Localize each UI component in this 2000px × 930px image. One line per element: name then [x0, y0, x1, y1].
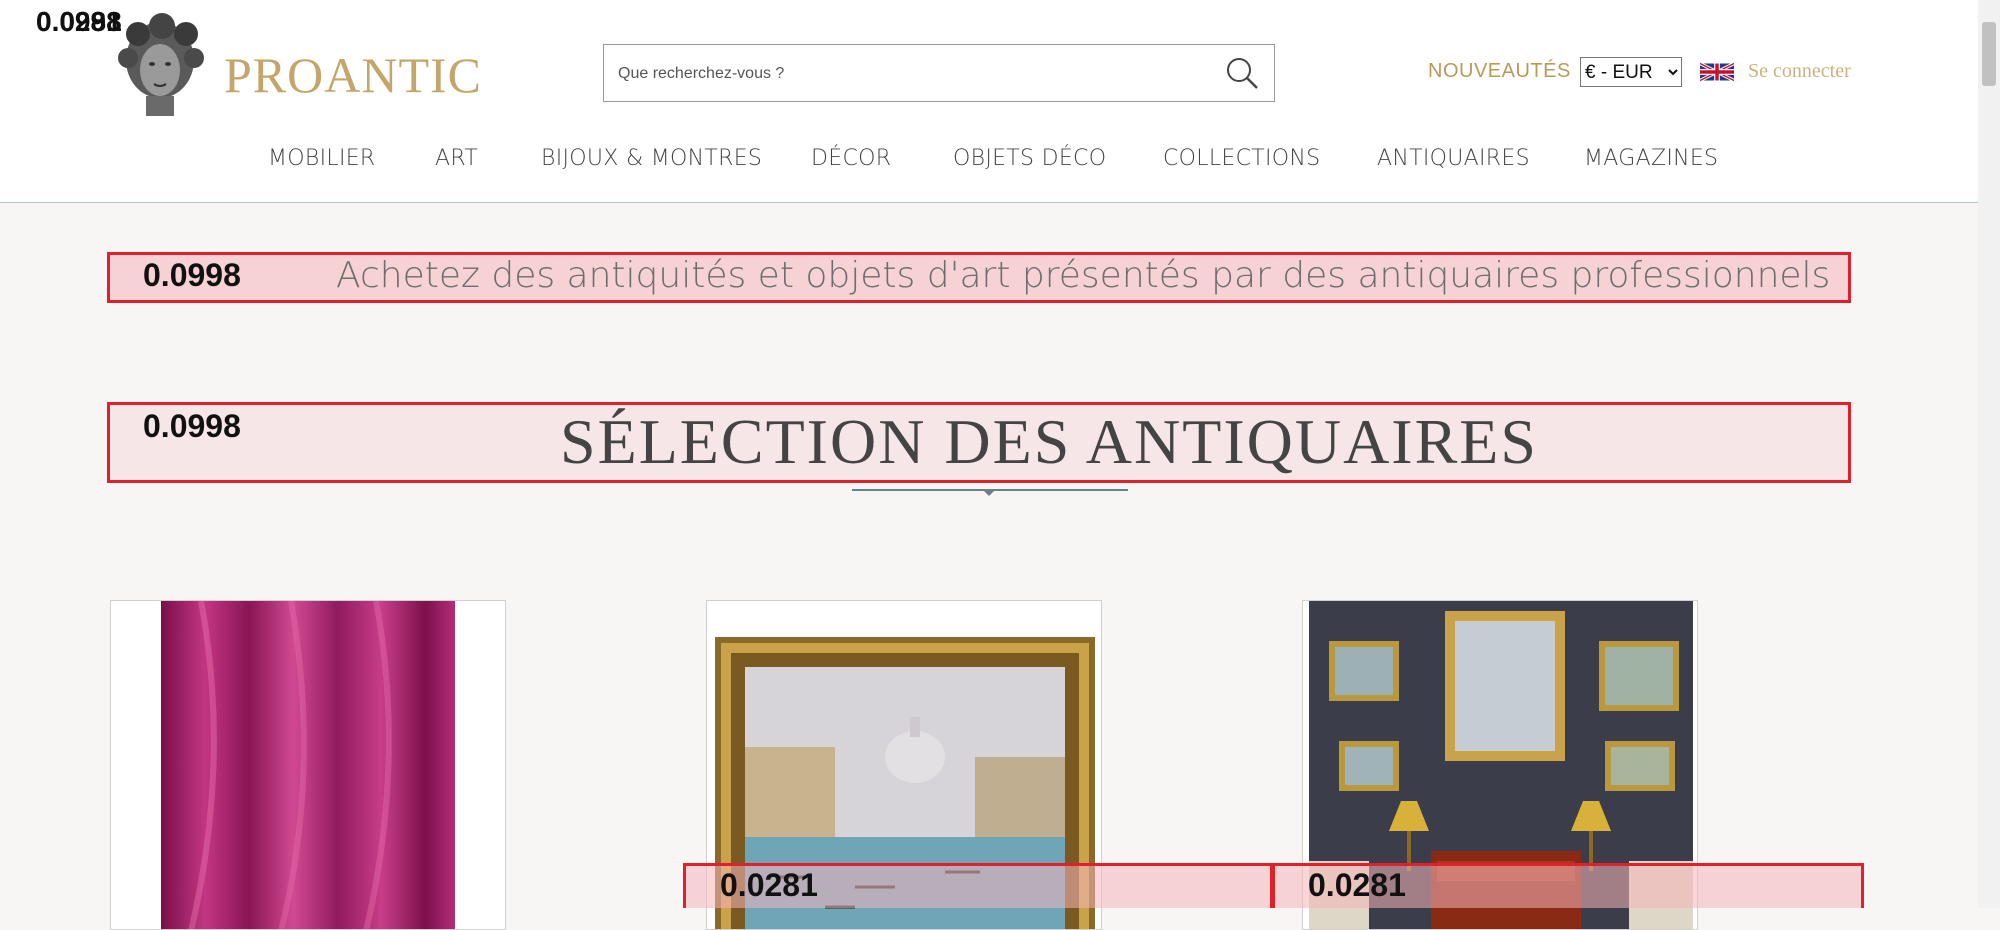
main-nav: MOBILIER ART BIJOUX & MONTRES DÉCOR OBJE… [0, 146, 1978, 180]
search-input[interactable] [616, 45, 1200, 103]
title-caret-icon [982, 489, 996, 496]
page-scrollbar[interactable] [1978, 0, 2000, 908]
nav-item-objets-deco[interactable]: OBJETS DÉCO [953, 146, 1106, 171]
search-box [603, 44, 1275, 103]
tagline-text: Achetez des antiquités et objets d'art p… [336, 255, 1831, 296]
uk-flag-icon[interactable] [1700, 60, 1734, 84]
scrollbar-thumb[interactable] [1982, 22, 1996, 86]
new-arrivals-link[interactable]: NOUVEAUTÉS [1428, 60, 1571, 83]
tagline-score: 0.0998 [143, 257, 241, 293]
nav-item-art[interactable]: ART [435, 146, 478, 171]
nav-item-mobilier[interactable]: MOBILIER [268, 146, 376, 171]
nav-item-magazines[interactable]: MAGAZINES [1584, 146, 1718, 171]
section-score: 0.0998 [143, 408, 241, 444]
nav-item-bijoux[interactable]: BIJOUX & MONTRES [541, 146, 762, 171]
logo-text[interactable]: PROANTIC [224, 46, 482, 104]
corner-score: 0.0998 [36, 6, 122, 37]
nav-item-collections[interactable]: COLLECTIONS [1163, 146, 1320, 171]
login-link[interactable]: Se connecter [1748, 60, 1851, 83]
card3-score: 0.0281 [1308, 867, 1406, 903]
nav-item-antiquaires[interactable]: ANTIQUAIRES [1377, 146, 1530, 171]
card2-score: 0.0281 [720, 867, 818, 903]
section-title: SÉLECTION DES ANTIQUAIRES [560, 406, 1538, 477]
nav-item-decor[interactable]: DÉCOR [811, 146, 891, 171]
product-card-1[interactable] [110, 600, 506, 930]
logo-bust-icon[interactable] [110, 12, 208, 120]
fabric-image [161, 601, 455, 929]
currency-select[interactable]: € - EUR [1580, 57, 1682, 87]
site-header: PROANTIC NOUVEAUTÉS € - EUR Se connecter… [0, 0, 1978, 203]
search-icon[interactable] [1224, 55, 1260, 91]
